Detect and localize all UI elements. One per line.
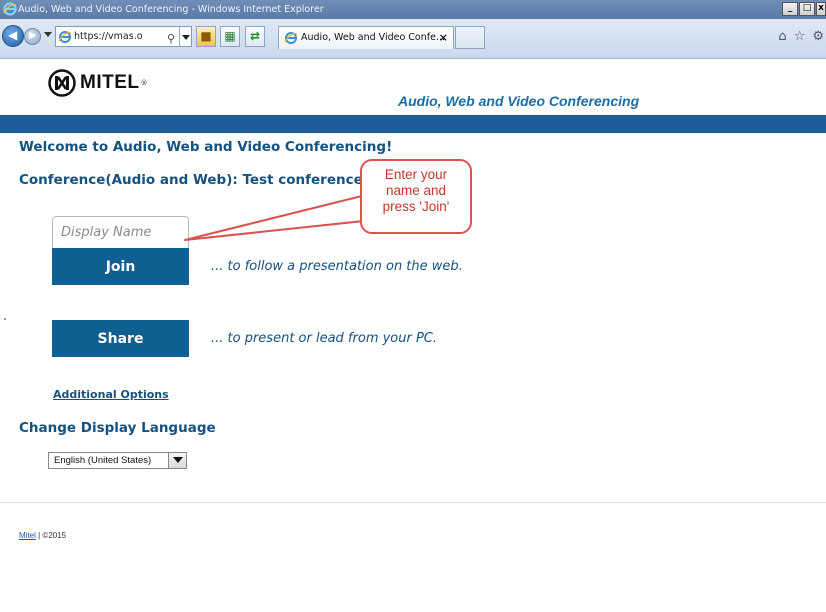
tab-close-button[interactable]: × bbox=[439, 27, 448, 49]
join-button[interactable]: Join bbox=[52, 248, 189, 285]
display-name-input[interactable] bbox=[52, 216, 189, 248]
tab-conferencing[interactable]: Audio, Web and Video Confe... × bbox=[278, 26, 454, 49]
browser-right-icons: ⌂ ☆ ⚙ bbox=[778, 29, 824, 44]
mitel-logo-icon bbox=[48, 69, 76, 97]
footer-copyright: ©2015 bbox=[42, 531, 67, 540]
chevron-down-icon[interactable] bbox=[168, 453, 186, 468]
maximize-button[interactable]: □ bbox=[799, 2, 815, 16]
browser-toolbar: ◀ ▶ https://vmas.o ⚲ ■ ▦ ⇄ Audio, Web an… bbox=[0, 19, 826, 59]
favorites-star-icon[interactable]: ☆ bbox=[794, 29, 806, 44]
forward-icon: ▶ bbox=[29, 30, 37, 41]
window-titlebar: Audio, Web and Video Conferencing - Wind… bbox=[0, 0, 826, 19]
mitel-logo: MITEL ® bbox=[48, 68, 148, 98]
callout-line-3: press 'Join' bbox=[382, 199, 450, 214]
language-select[interactable]: English (United States) bbox=[48, 452, 187, 469]
compat-view-icon[interactable]: ▦ bbox=[220, 26, 240, 47]
address-dropdown[interactable] bbox=[179, 27, 191, 46]
back-icon: ◀ bbox=[8, 28, 18, 42]
brand-name: MITEL bbox=[80, 72, 140, 93]
address-url: https://vmas.o bbox=[74, 31, 143, 42]
welcome-heading: Welcome to Audio, Web and Video Conferen… bbox=[19, 139, 393, 155]
language-selected-value: English (United States) bbox=[54, 455, 152, 466]
ie-tab-icon bbox=[284, 32, 298, 44]
page-edge-mark bbox=[4, 318, 6, 320]
ie-logo-icon bbox=[3, 2, 17, 16]
share-description: ... to present or lead from your PC. bbox=[211, 331, 438, 346]
forward-button[interactable]: ▶ bbox=[24, 28, 41, 45]
close-window-button[interactable]: x bbox=[816, 2, 826, 16]
registered-mark: ® bbox=[140, 79, 148, 87]
minimize-button[interactable]: _ bbox=[782, 2, 798, 16]
search-icon[interactable]: ⚲ bbox=[167, 29, 175, 48]
home-icon[interactable]: ⌂ bbox=[778, 29, 786, 44]
language-heading: Change Display Language bbox=[19, 420, 216, 436]
address-bar[interactable]: https://vmas.o ⚲ bbox=[55, 26, 192, 47]
window-controls: _ □ x bbox=[781, 2, 826, 17]
callout-line-1: Enter your bbox=[384, 167, 448, 182]
window-title: Audio, Web and Video Conferencing - Wind… bbox=[18, 4, 324, 15]
lock-icon[interactable]: ■ bbox=[196, 26, 216, 47]
header-title: Audio, Web and Video Conferencing bbox=[398, 93, 640, 109]
ie-page-icon bbox=[58, 31, 72, 43]
mitel-footer-link[interactable]: Mitel bbox=[19, 531, 36, 540]
footer: Mitel | ©2015 bbox=[19, 531, 66, 540]
additional-options-link[interactable]: Additional Options bbox=[53, 388, 169, 401]
header-band bbox=[0, 115, 826, 133]
new-tab-button[interactable] bbox=[455, 26, 485, 49]
refresh-icon[interactable]: ⇄ bbox=[245, 26, 265, 47]
history-dropdown[interactable] bbox=[44, 32, 52, 37]
share-button[interactable]: Share bbox=[52, 320, 189, 357]
tab-label: Audio, Web and Video Confe... bbox=[301, 32, 446, 43]
callout-bubble: Enter your name and press 'Join' bbox=[360, 159, 472, 234]
gear-icon[interactable]: ⚙ bbox=[812, 29, 824, 44]
join-description: ... to follow a presentation on the web. bbox=[211, 259, 463, 274]
footer-divider bbox=[0, 502, 826, 503]
back-button[interactable]: ◀ bbox=[2, 25, 24, 47]
callout-line-2: name and bbox=[385, 183, 447, 198]
conference-title: Conference(Audio and Web): Test conferen… bbox=[19, 172, 389, 188]
